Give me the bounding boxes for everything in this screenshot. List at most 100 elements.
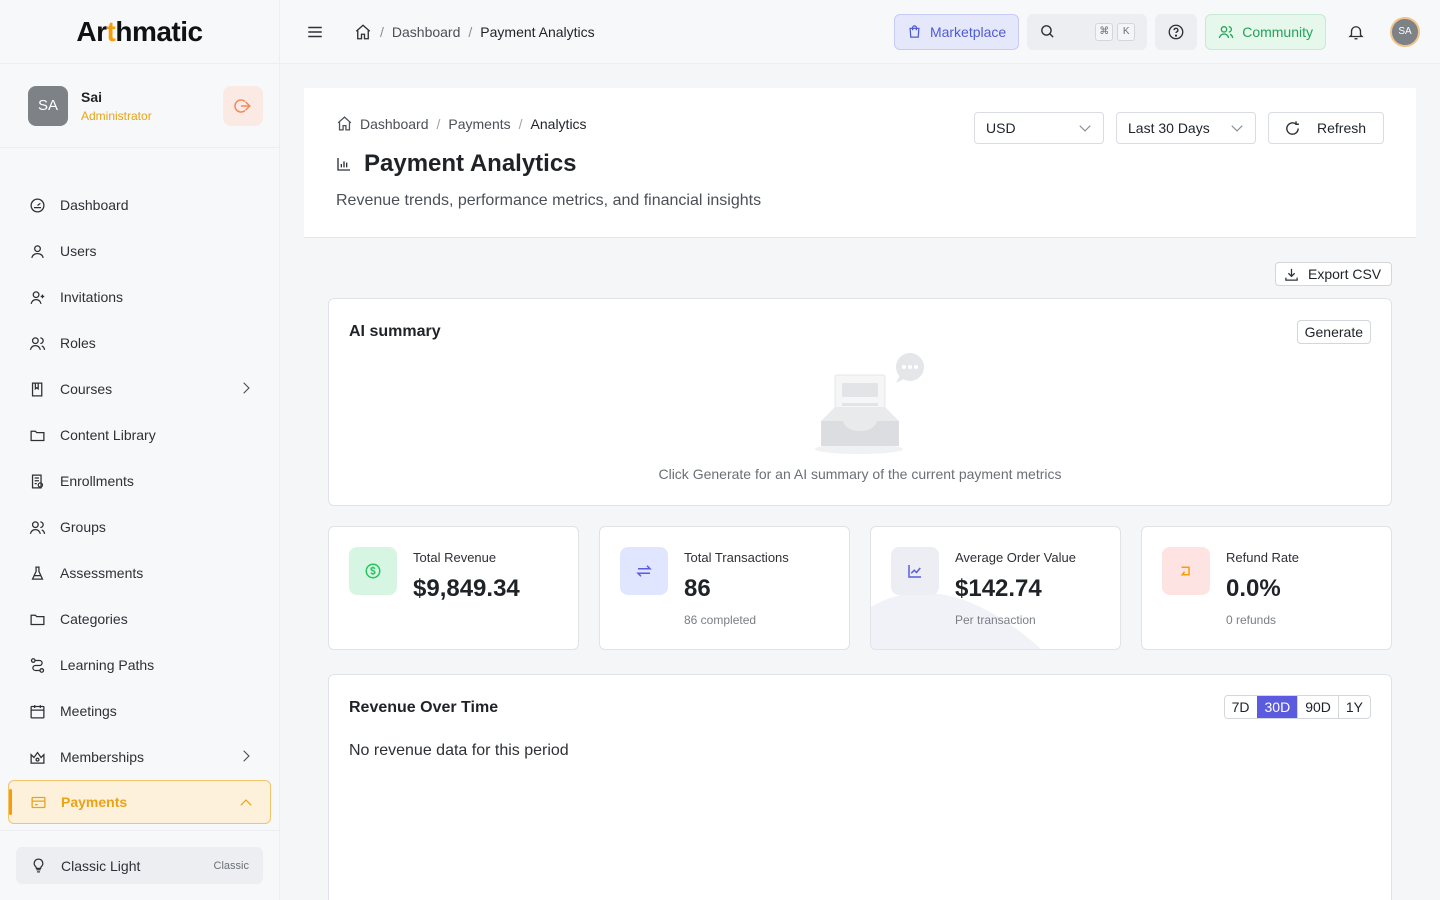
crown-icon [28, 748, 46, 766]
sidebar-item-groups[interactable]: Groups [0, 504, 279, 550]
sidebar-item-label: Memberships [60, 749, 145, 765]
page-header: Dashboard / Payments / Analytics Payment… [304, 88, 1416, 238]
range-30d-button[interactable]: 30D [1256, 696, 1298, 718]
sidebar-item-memberships[interactable]: Memberships [0, 734, 279, 780]
refund-icon [1162, 547, 1210, 595]
revenue-title: Revenue Over Time [349, 699, 499, 716]
users-icon [1218, 25, 1234, 38]
logout-icon [234, 98, 251, 113]
refresh-button[interactable]: Refresh [1268, 112, 1384, 144]
ai-summary-empty-text: Click Generate for an AI summary of the … [658, 466, 1062, 482]
date-range-select[interactable]: Last 30 Days [1116, 112, 1256, 144]
shortcut-key: K [1117, 22, 1136, 41]
avatar[interactable]: SA [1390, 16, 1420, 47]
breadcrumb-current: Payment Analytics [480, 23, 595, 40]
breadcrumb-dashboard[interactable]: Dashboard [392, 24, 461, 40]
sidebar: Arthmatic SA Sai Administrator Dashboard… [0, 0, 280, 900]
sidebar-item-meetings[interactable]: Meetings [0, 688, 279, 734]
folder-icon [28, 610, 46, 628]
sidebar-item-label: Invitations [60, 289, 124, 305]
theme-tag: Classic [213, 859, 249, 872]
page-subtitle: Revenue trends, performance metrics, and… [336, 192, 762, 209]
sidebar-item-roles[interactable]: Roles [0, 320, 279, 366]
app-logo[interactable]: Arthmatic [76, 16, 203, 48]
sidebar-item-label: Courses [60, 381, 113, 397]
sidebar-item-label: Dashboard [60, 197, 129, 213]
range-90d-button[interactable]: 90D [1297, 696, 1338, 718]
search-icon [1041, 25, 1054, 38]
stat-label: Total Transactions [684, 550, 789, 565]
home-icon[interactable] [354, 23, 372, 41]
page-title: Payment Analytics [336, 150, 577, 178]
generate-button[interactable]: Generate [1296, 320, 1371, 344]
chevron-up-icon [240, 799, 252, 806]
range-1y-button[interactable]: 1Y [1337, 696, 1370, 718]
folder-icon [28, 426, 46, 444]
breadcrumb-dashboard[interactable]: Dashboard [360, 116, 429, 132]
help-button[interactable] [1155, 13, 1198, 50]
chevron-right-icon [243, 382, 250, 394]
sidebar-item-categories[interactable]: Categories [0, 596, 279, 642]
user-name: Sai [81, 88, 103, 105]
sidebar-item-enrollments[interactable]: Enrollments [0, 458, 279, 504]
ai-summary-card: AI summary Generate Click Generate for a… [328, 298, 1392, 506]
home-icon[interactable] [336, 115, 353, 132]
bell-icon [1348, 25, 1364, 39]
breadcrumb-payments[interactable]: Payments [448, 116, 510, 132]
chevron-right-icon [243, 750, 250, 762]
notifications-button[interactable] [1338, 14, 1374, 50]
range-7d-button[interactable]: 7D [1224, 696, 1257, 718]
stat-card-total-revenue: Total Revenue $9,849.34 [328, 526, 579, 650]
stat-label: Refund Rate [1226, 550, 1299, 565]
shortcut-key: ⌘ [1095, 22, 1114, 41]
download-icon [1284, 267, 1299, 282]
breadcrumb: / Dashboard / Payment Analytics [354, 23, 595, 41]
user-role: Administrator [81, 108, 152, 123]
user-profile: SA Sai Administrator [0, 64, 279, 148]
users-icon [28, 518, 46, 536]
community-button[interactable]: Community [1205, 13, 1326, 50]
empty-inbox-illustration [815, 353, 924, 454]
marketplace-button[interactable]: Marketplace [893, 13, 1020, 50]
sidebar-item-label: Learning Paths [60, 657, 155, 673]
chevron-down-icon [1078, 121, 1092, 135]
menu-toggle-button[interactable] [306, 23, 324, 41]
export-csv-button[interactable]: Export CSV [1275, 262, 1392, 286]
avatar[interactable]: SA [28, 85, 68, 126]
sidebar-item-users[interactable]: Users [0, 228, 279, 274]
chart-line-icon [891, 547, 939, 595]
search-button[interactable]: ⌘ K [1027, 13, 1148, 50]
calendar-icon [28, 702, 46, 720]
logo-bar: Arthmatic [0, 0, 279, 64]
sidebar-item-content-library[interactable]: Content Library [0, 412, 279, 458]
sidebar-item-label: Groups [60, 519, 106, 535]
currency-select[interactable]: USD [974, 112, 1104, 144]
book-icon [28, 380, 46, 398]
logout-button[interactable] [223, 85, 263, 126]
hamburger-icon [308, 26, 322, 37]
sidebar-item-dashboard[interactable]: Dashboard [0, 182, 279, 228]
stat-card-total-transactions: Total Transactions 86 86 completed [599, 526, 850, 650]
stat-note: 0 refunds [1226, 613, 1277, 627]
sidebar-item-label: Enrollments [60, 473, 134, 489]
sidebar-item-label: Roles [60, 335, 96, 351]
transfer-icon [620, 547, 668, 595]
stat-value: 86 [684, 575, 711, 602]
stat-card-average-order-value: Average Order Value $142.74 Per transact… [870, 526, 1121, 650]
user-plus-icon [28, 288, 46, 306]
sidebar-item-learning-paths[interactable]: Learning Paths [0, 642, 279, 688]
shopping-bag-icon [909, 25, 920, 38]
theme-switcher[interactable]: Classic Light Classic [16, 847, 263, 884]
sidebar-item-courses[interactable]: Courses [0, 366, 279, 412]
divider [0, 830, 280, 831]
chevron-down-icon [1230, 121, 1244, 135]
range-toggle: 7D 30D 90D 1Y [1223, 695, 1371, 719]
clipboard-icon [28, 472, 46, 490]
stat-value: $142.74 [955, 575, 1042, 602]
sidebar-item-assessments[interactable]: Assessments [0, 550, 279, 596]
stat-card-refund-rate: Refund Rate 0.0% 0 refunds [1141, 526, 1392, 650]
sidebar-item-invitations[interactable]: Invitations [0, 274, 279, 320]
sidebar-item-payments[interactable]: Payments [8, 780, 271, 824]
stat-value: $9,849.34 [413, 575, 520, 602]
gauge-icon [28, 196, 46, 214]
